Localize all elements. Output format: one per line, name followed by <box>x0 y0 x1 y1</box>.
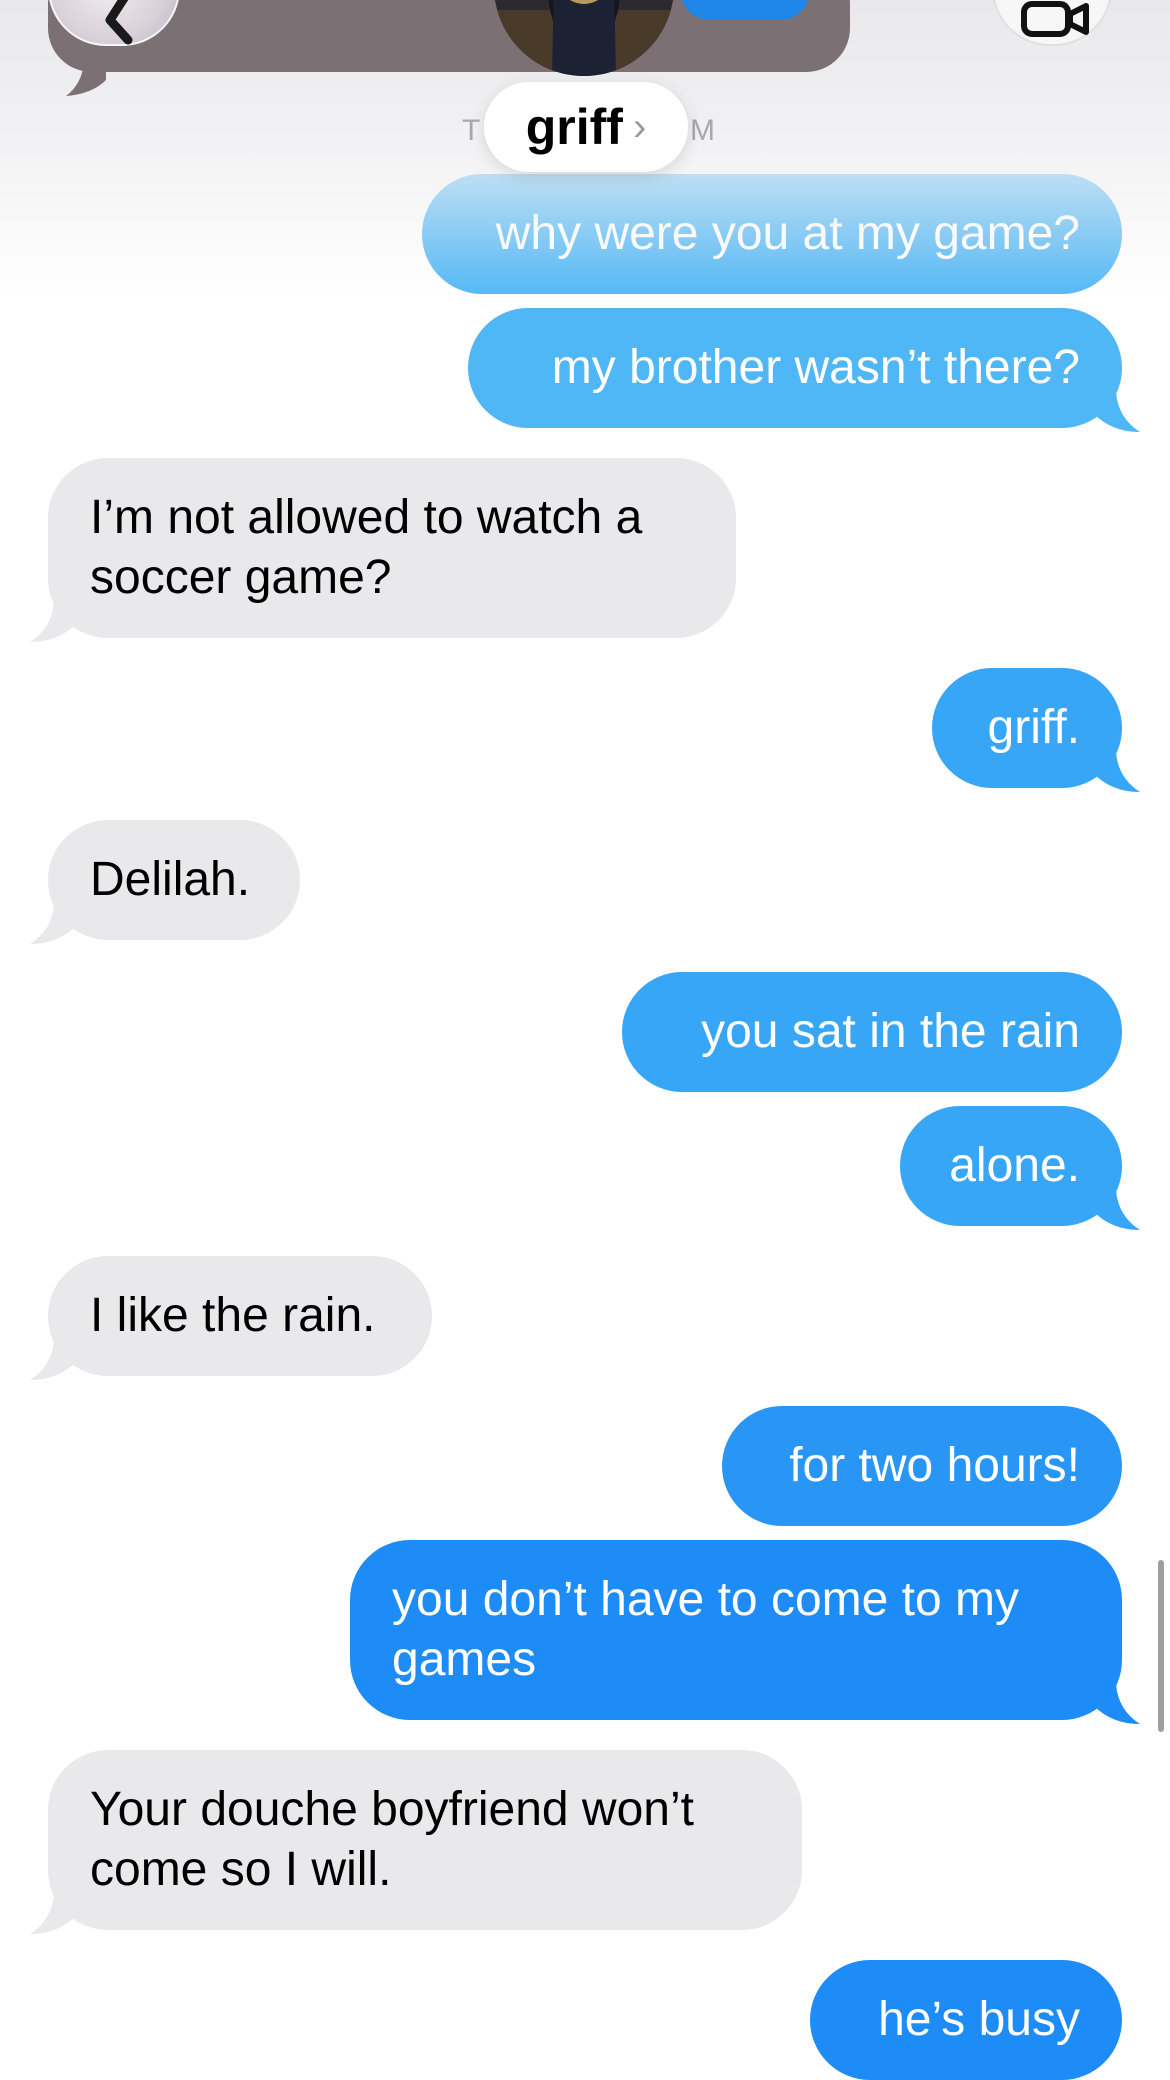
message-text: for two hours! <box>789 1439 1080 1492</box>
notification-time: now <box>288 0 354 2</box>
received-message-bubble[interactable]: Your douche boyfriend won’t come so I wi… <box>30 1750 802 1934</box>
sent-message-bubble[interactable]: he’s busy <box>810 1960 1122 2080</box>
message-text: why were you at my game? <box>495 207 1080 260</box>
message-text: I like the rain. <box>90 1289 376 1342</box>
message-text: alone. <box>949 1139 1080 1192</box>
received-message-bubble[interactable]: I like the rain. <box>30 1256 432 1380</box>
bubble-tail <box>1094 1190 1140 1230</box>
chevron-right-icon: › <box>632 104 647 149</box>
video-camera-icon <box>1021 1 1089 37</box>
sent-message-bubble[interactable]: my brother wasn’t there? <box>468 308 1140 432</box>
received-message-bubble[interactable]: I’m not allowed to watch a soccer game? <box>30 458 736 642</box>
sent-message-bubble[interactable]: why were you at my game? <box>422 174 1122 294</box>
sent-message-bubble[interactable]: for two hours! <box>722 1406 1122 1526</box>
sent-message-bubble[interactable]: griff. <box>932 668 1140 792</box>
timestamp-fragment: M <box>690 114 715 147</box>
received-message-bubble[interactable]: Delilah. <box>30 820 300 944</box>
message-text: you sat in the rain <box>701 1005 1080 1058</box>
message-text: you don’t have to come to my games <box>392 1573 1019 1686</box>
bubble-tail <box>30 602 76 642</box>
bubble-tail <box>30 1894 76 1934</box>
contact-name-button[interactable]: griff › <box>484 82 688 172</box>
notification-tail <box>66 62 106 96</box>
bubble-tail <box>1094 1684 1140 1724</box>
chevron-left-icon <box>105 0 133 45</box>
scrollbar[interactable] <box>1158 1560 1164 1732</box>
sent-message-bubble[interactable]: alone. <box>900 1106 1140 1230</box>
notification-preview-bubble <box>680 0 810 20</box>
bubble-tail <box>30 904 76 944</box>
contact-name: griff <box>525 99 623 155</box>
sent-message-bubble[interactable]: you don’t have to come to my games <box>350 1540 1140 1724</box>
message-text: he’s busy <box>878 1993 1080 2046</box>
sent-message-bubble[interactable]: you sat in the rain <box>622 972 1122 1092</box>
message-text: griff. <box>987 701 1080 754</box>
message-text: my brother wasn’t there? <box>551 341 1080 394</box>
message-text: Your douche boyfriend won’t come so I wi… <box>90 1783 694 1896</box>
timestamp-fragment: T <box>462 114 481 147</box>
bubble-tail <box>1094 752 1140 792</box>
message-thread[interactable]: why were you at my game? my brother wasn… <box>0 0 1170 2080</box>
video-call-button[interactable] <box>992 0 1112 46</box>
bubble-tail <box>1094 392 1140 432</box>
message-text: Delilah. <box>90 853 251 906</box>
back-button[interactable] <box>48 0 180 46</box>
bubble-tail <box>30 1340 76 1380</box>
message-text: I’m not allowed to watch a soccer game? <box>90 491 643 604</box>
